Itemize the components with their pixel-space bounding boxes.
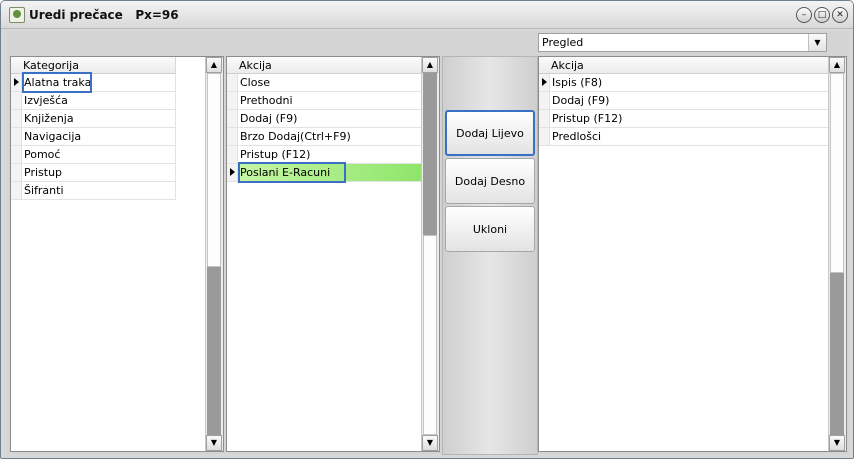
action-row-selected[interactable]: Poslani E-Racuni [227, 162, 423, 183]
action-row[interactable]: Dodaj (F9) [227, 110, 423, 128]
category-row[interactable]: Pristup [11, 164, 176, 182]
category-row[interactable]: Izvješća [11, 92, 176, 110]
action-column-header[interactable]: Akcija [227, 57, 424, 74]
scroll-down-icon[interactable]: ▼ [829, 435, 845, 451]
category-grid: Kategorija Alatna traka Izvješća Knjižen… [10, 56, 224, 452]
remove-button[interactable]: Ukloni [445, 206, 535, 252]
shortcut-row[interactable]: Predlošci [539, 128, 829, 146]
close-button[interactable]: ✕ [832, 7, 848, 23]
category-row[interactable]: Šifranti [11, 182, 176, 200]
scroll-track[interactable] [830, 273, 844, 435]
action-grid: Akcija Close Prethodni Dodaj (F9) Brzo D… [226, 56, 440, 452]
category-scrollbar[interactable]: ▲ ▼ [205, 57, 223, 451]
window-title: Uredi prečace Px=96 [29, 8, 179, 22]
action-row[interactable]: Brzo Dodaj(Ctrl+F9) [227, 128, 423, 146]
maximize-button[interactable]: □ [814, 7, 830, 23]
shortcut-row[interactable]: Pristup (F12) [539, 110, 829, 128]
scroll-track[interactable] [423, 73, 437, 235]
scroll-up-icon[interactable]: ▲ [422, 57, 438, 73]
minimize-button[interactable]: – [796, 7, 812, 23]
scroll-thumb[interactable] [207, 73, 221, 267]
category-row[interactable]: Knjiženja [11, 110, 176, 128]
scroll-track[interactable] [207, 267, 221, 435]
action-row[interactable]: Close [227, 74, 423, 92]
scroll-thumb[interactable] [830, 73, 844, 273]
action-scrollbar[interactable]: ▲ ▼ [421, 57, 439, 451]
shortcut-row[interactable]: Ispis (F8) [539, 74, 829, 92]
title-bar: Uredi prečace Px=96 – □ ✕ [1, 1, 853, 29]
focus-highlight [238, 162, 346, 183]
add-right-button[interactable]: Dodaj Desno [445, 158, 535, 204]
shortcut-column-header[interactable]: Akcija [539, 57, 830, 74]
shortcut-grid: Akcija Ispis (F8) Dodaj (F9) Pristup (F1… [538, 56, 847, 452]
category-row[interactable]: Alatna traka [11, 72, 176, 93]
scroll-up-icon[interactable]: ▲ [206, 57, 222, 73]
view-select-value: Pregled [542, 36, 584, 49]
category-row[interactable]: Pomoć [11, 146, 176, 164]
action-rows: Close Prethodni Dodaj (F9) Brzo Dodaj(Ct… [227, 74, 423, 183]
add-left-button[interactable]: Dodaj Lijevo [445, 110, 535, 156]
edit-shortcuts-window: Uredi prečace Px=96 – □ ✕ Pregled ▼ Kate… [0, 0, 854, 459]
shortcut-rows: Ispis (F8) Dodaj (F9) Pristup (F12) Pred… [539, 74, 829, 146]
app-icon [9, 7, 25, 23]
action-button-panel: Dodaj Lijevo Dodaj Desno Ukloni [442, 56, 538, 455]
focus-highlight [22, 72, 92, 93]
scroll-down-icon[interactable]: ▼ [206, 435, 222, 451]
scroll-thumb[interactable] [423, 235, 437, 435]
shortcut-row[interactable]: Dodaj (F9) [539, 92, 829, 110]
shortcut-scrollbar[interactable]: ▲ ▼ [828, 57, 846, 451]
dialog-content: Pregled ▼ Kategorija Alatna traka Izvješ… [7, 31, 849, 455]
chevron-down-icon[interactable]: ▼ [808, 34, 826, 51]
scroll-down-icon[interactable]: ▼ [422, 435, 438, 451]
category-row[interactable]: Navigacija [11, 128, 176, 146]
view-select[interactable]: Pregled ▼ [538, 33, 827, 52]
action-row[interactable]: Prethodni [227, 92, 423, 110]
category-rows: Alatna traka Izvješća Knjiženja Navigaci… [11, 72, 176, 200]
scroll-up-icon[interactable]: ▲ [829, 57, 845, 73]
